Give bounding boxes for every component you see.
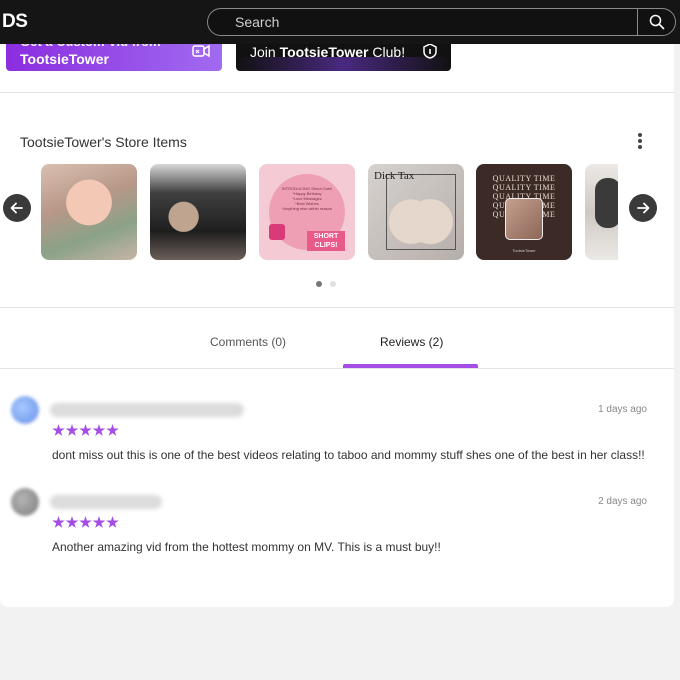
top-navigation-bar: DS Search — [0, 0, 680, 44]
store-item-3[interactable]: INTRODUCING Shout Outs! *Happy Birthday … — [259, 164, 355, 260]
avatar — [11, 488, 39, 516]
store-item-2[interactable] — [150, 164, 246, 260]
store-item-5[interactable]: QUALITY TIME QUALITY TIME QUALITY TIME Q… — [476, 164, 572, 260]
more-options-icon[interactable] — [633, 132, 647, 150]
carousel-dot-1[interactable] — [316, 281, 322, 287]
star-rating — [52, 516, 120, 530]
reviewer-name-blurred — [50, 403, 244, 417]
store-item-4-caption: Dick Tax — [374, 170, 415, 182]
store-item-3-caption: INTRODUCING Shout Outs! *Happy Birthday … — [281, 186, 333, 211]
search-button[interactable] — [637, 9, 675, 35]
star-icon — [92, 424, 106, 436]
tab-reviews[interactable]: Reviews (2) — [380, 335, 443, 349]
custom-video-line2: TootsieTower — [20, 51, 109, 67]
review-text: Another amazing vid from the hottest mom… — [52, 540, 441, 554]
carousel-next-button[interactable] — [629, 194, 657, 222]
review-text: dont miss out this is one of the best vi… — [52, 448, 645, 462]
store-section-title: TootsieTower's Store Items — [20, 134, 187, 150]
star-icon — [79, 424, 92, 436]
store-item-1[interactable] — [41, 164, 137, 260]
arrow-left-icon — [10, 202, 23, 214]
arrow-right-icon — [637, 202, 650, 214]
store-item-6-shape — [595, 178, 618, 228]
star-icon — [52, 424, 65, 436]
search-bar[interactable]: Search — [207, 8, 676, 36]
review-date: 2 days ago — [598, 496, 647, 507]
reviewer-name-blurred — [50, 495, 162, 509]
star-icon — [106, 424, 119, 436]
star-icon — [106, 516, 119, 528]
star-icon — [52, 516, 65, 528]
store-item-6[interactable] — [585, 164, 618, 260]
search-input[interactable]: Search — [235, 14, 279, 30]
star-rating — [52, 424, 120, 438]
carousel-prev-button[interactable] — [3, 194, 31, 222]
section-divider — [0, 307, 674, 308]
avatar — [11, 396, 39, 424]
store-item-3-badge: SHORT CLIPS! — [307, 231, 345, 251]
megaphone-icon — [269, 224, 285, 240]
star-icon — [79, 516, 92, 528]
store-item-4-frame — [386, 174, 456, 250]
tabs-divider — [0, 368, 674, 369]
search-icon — [649, 14, 665, 30]
review-date: 1 days ago — [598, 404, 647, 415]
club-badge-icon — [423, 43, 437, 59]
site-logo[interactable]: DS — [2, 11, 28, 33]
star-icon — [92, 516, 106, 528]
store-item-4[interactable]: Dick Tax — [368, 164, 464, 260]
join-club-label: Join TootsieTower Club! — [250, 44, 406, 60]
star-icon — [65, 424, 79, 436]
main-card: Get a Custom Vid from TootsieTower Join … — [0, 0, 674, 607]
tab-comments[interactable]: Comments (0) — [210, 335, 286, 349]
section-divider — [0, 92, 674, 93]
custom-video-icon — [192, 44, 210, 58]
store-item-5-footer: TootsieTower — [512, 248, 536, 253]
store-item-5-inset-photo — [505, 198, 543, 240]
star-icon — [65, 516, 79, 528]
carousel-dot-2[interactable] — [330, 281, 336, 287]
